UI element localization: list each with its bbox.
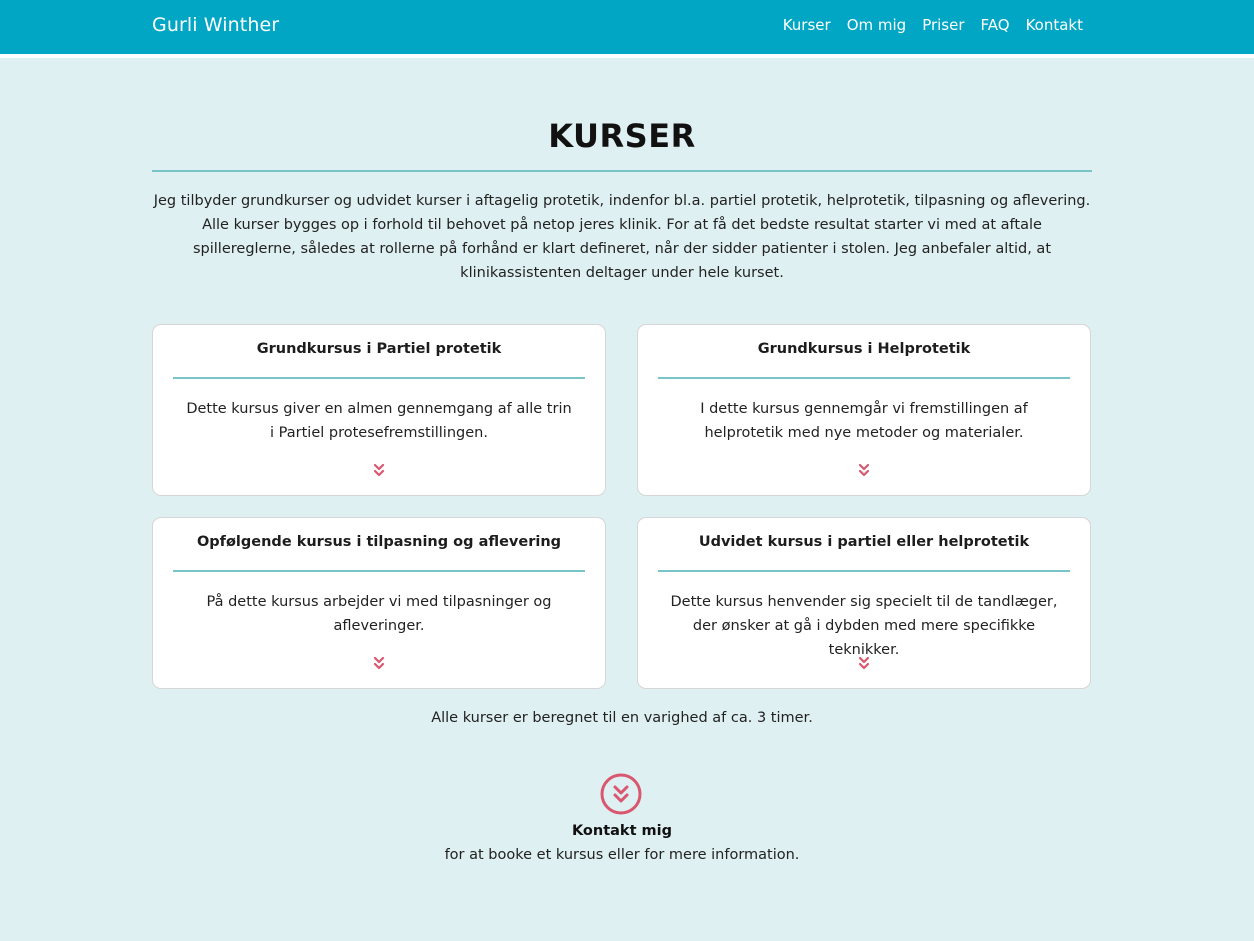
contact-subtitle: for at booke et kursus eller for mere in… bbox=[444, 847, 800, 863]
course-card-title: Opfølgende kursus i tilpasning og afleve… bbox=[196, 534, 562, 550]
nav-link-kurser[interactable]: Kurser bbox=[783, 16, 831, 34]
course-card-title: Grundkursus i Partiel protetik bbox=[256, 341, 502, 357]
brand-link[interactable]: Gurli Winther bbox=[152, 14, 279, 36]
contact-title[interactable]: Kontakt mig bbox=[152, 823, 1092, 839]
top-navbar: Gurli Winther Kurser Om mig Priser FAQ K… bbox=[0, 0, 1254, 58]
title-divider bbox=[152, 170, 1092, 172]
nav-link-kontakt[interactable]: Kontakt bbox=[1026, 16, 1083, 34]
nav-link-om-mig[interactable]: Om mig bbox=[847, 16, 907, 34]
card-divider bbox=[658, 377, 1070, 379]
course-card-helprotetik: Grundkursus i Helprotetik I dette kursus… bbox=[637, 324, 1091, 496]
page-title: KURSER bbox=[548, 117, 696, 155]
double-chevron-down-icon[interactable] bbox=[858, 463, 870, 477]
course-card-title: Grundkursus i Helprotetik bbox=[757, 341, 971, 357]
course-card-description: Dette kursus henvender sig specielt til … bbox=[670, 594, 1058, 658]
course-card-title: Udvidet kursus i partiel eller helprotet… bbox=[698, 534, 1030, 550]
course-card-partiel: Grundkursus i Partiel protetik Dette kur… bbox=[152, 324, 606, 496]
course-card-tilpasning: Opfølgende kursus i tilpasning og afleve… bbox=[152, 517, 606, 689]
double-chevron-down-icon[interactable] bbox=[373, 463, 385, 477]
nav-link-faq[interactable]: FAQ bbox=[981, 16, 1010, 34]
courses-section: KURSER Jeg tilbyder grundkurser og udvid… bbox=[0, 58, 1254, 941]
card-divider bbox=[173, 570, 585, 572]
circle-double-chevron-down-icon[interactable] bbox=[600, 773, 642, 815]
intro-text: Jeg tilbyder grundkurser og udvidet kurs… bbox=[153, 193, 1091, 281]
double-chevron-down-icon[interactable] bbox=[858, 656, 870, 670]
nav-link-priser[interactable]: Priser bbox=[922, 16, 964, 34]
course-card-description: I dette kursus gennemgår vi fremstilling… bbox=[700, 401, 1028, 441]
course-card-udvidet: Udvidet kursus i partiel eller helprotet… bbox=[637, 517, 1091, 689]
double-chevron-down-icon[interactable] bbox=[373, 656, 385, 670]
nav-links: Kurser Om mig Priser FAQ Kontakt bbox=[783, 16, 1083, 34]
duration-note: Alle kurser er beregnet til en varighed … bbox=[431, 710, 813, 726]
card-divider bbox=[173, 377, 585, 379]
course-card-description: Dette kursus giver en almen gennemgang a… bbox=[186, 401, 572, 441]
course-card-description: På dette kursus arbejder vi med tilpasni… bbox=[206, 594, 552, 634]
card-divider bbox=[658, 570, 1070, 572]
